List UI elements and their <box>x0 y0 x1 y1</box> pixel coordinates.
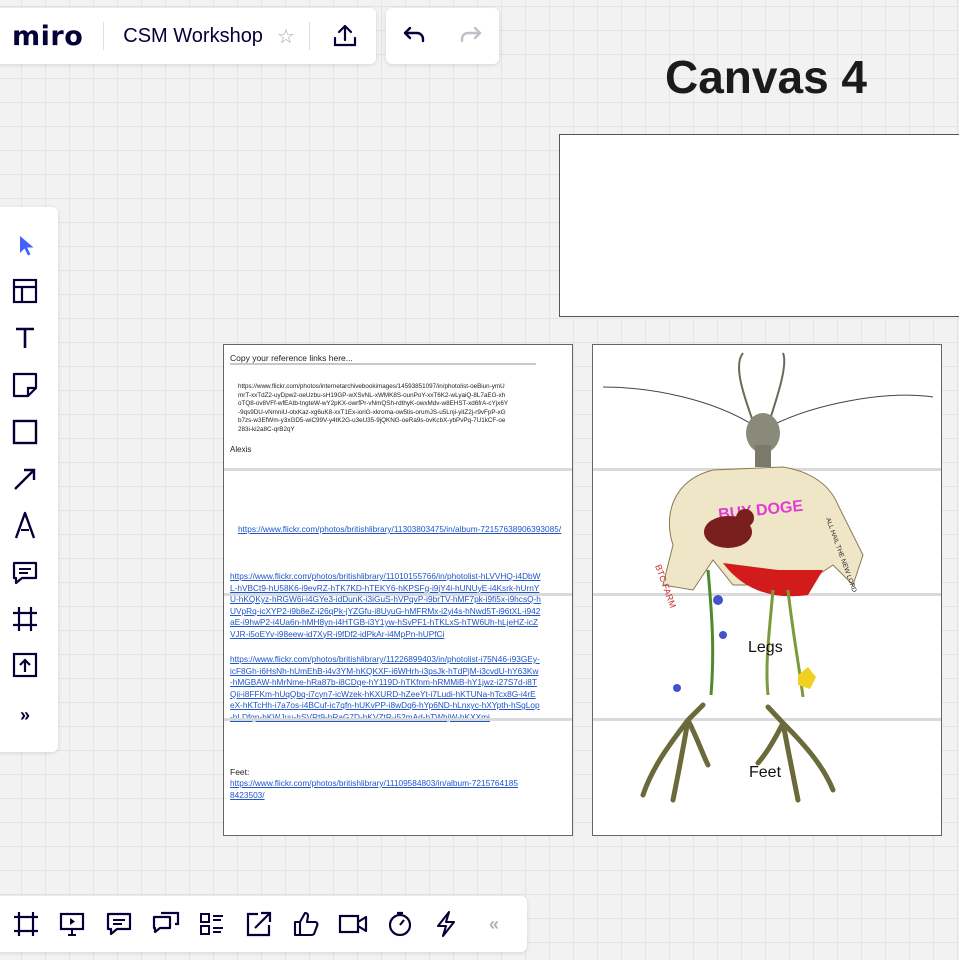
comment-icon[interactable] <box>0 555 50 591</box>
section-divider <box>224 593 572 596</box>
undo-redo-toolbar <box>386 8 499 64</box>
miro-logo[interactable]: miro <box>12 21 83 52</box>
text-icon[interactable] <box>0 320 50 356</box>
comments-icon[interactable] <box>101 906 137 942</box>
frame-heading: Copy your reference links here... <box>230 353 353 363</box>
reference-url-2[interactable]: https://www.flickr.com/photos/britishlib… <box>238 524 568 536</box>
video-call-icon[interactable] <box>335 906 371 942</box>
feet-label: Feet <box>749 764 782 781</box>
frames-icon[interactable] <box>8 906 44 942</box>
feet-label: Feet: <box>230 767 250 777</box>
timer-icon[interactable] <box>382 906 418 942</box>
heading-underline <box>230 363 536 365</box>
divider <box>308 22 310 50</box>
canvas-title[interactable]: Canvas 4 <box>665 50 867 104</box>
reference-links-frame[interactable]: Copy your reference links here... https:… <box>223 344 573 836</box>
cards-icon[interactable] <box>194 906 230 942</box>
upload-tool-icon[interactable] <box>0 647 50 683</box>
more-tools-icon[interactable]: » <box>0 697 50 733</box>
frame-icon[interactable] <box>0 601 50 637</box>
sticky-note-icon[interactable] <box>0 367 50 403</box>
top-toolbar: miro CSM Workshop ☆ <box>0 8 376 64</box>
board-title[interactable]: CSM Workshop <box>123 25 263 48</box>
select-cursor-icon[interactable] <box>0 227 50 263</box>
voting-icon[interactable] <box>288 906 324 942</box>
bottom-toolbar: « <box>0 896 527 952</box>
undo-icon[interactable] <box>401 24 427 49</box>
feet-reference-url[interactable]: https://www.flickr.com/photos/britishlib… <box>230 778 520 801</box>
divider <box>103 22 105 50</box>
redo-icon[interactable] <box>458 24 484 49</box>
collapse-icon[interactable]: « <box>476 906 512 942</box>
legs-label: Legs <box>748 639 783 656</box>
presentation-icon[interactable] <box>54 906 90 942</box>
chat-icon[interactable] <box>148 906 184 942</box>
star-icon[interactable]: ☆ <box>277 24 295 49</box>
upload-icon[interactable] <box>332 23 358 49</box>
arrow-connector-icon[interactable] <box>0 461 50 497</box>
pen-icon[interactable] <box>0 507 50 543</box>
reference-url-1[interactable]: https://www.flickr.com/photos/internetar… <box>238 383 508 435</box>
left-toolbar: » <box>0 207 58 752</box>
author-name: Alexis <box>230 445 252 454</box>
insect-collage-image[interactable]: BUY DOGE BTC FARM ALL HAIL THE NEW LORD <box>593 345 941 835</box>
reference-url-3[interactable]: https://www.flickr.com/photos/britishlib… <box>230 571 542 640</box>
activity-icon[interactable] <box>428 906 464 942</box>
shape-icon[interactable] <box>0 414 50 450</box>
share-screen-icon[interactable] <box>241 906 277 942</box>
collage-frame[interactable]: BUY DOGE BTC FARM ALL HAIL THE NEW LORD … <box>592 344 942 836</box>
section-divider <box>224 468 572 471</box>
reference-url-4[interactable]: https://www.flickr.com/photos/britishlib… <box>230 654 540 723</box>
empty-frame[interactable] <box>559 134 959 317</box>
templates-icon[interactable] <box>0 273 50 309</box>
section-divider <box>224 718 572 721</box>
